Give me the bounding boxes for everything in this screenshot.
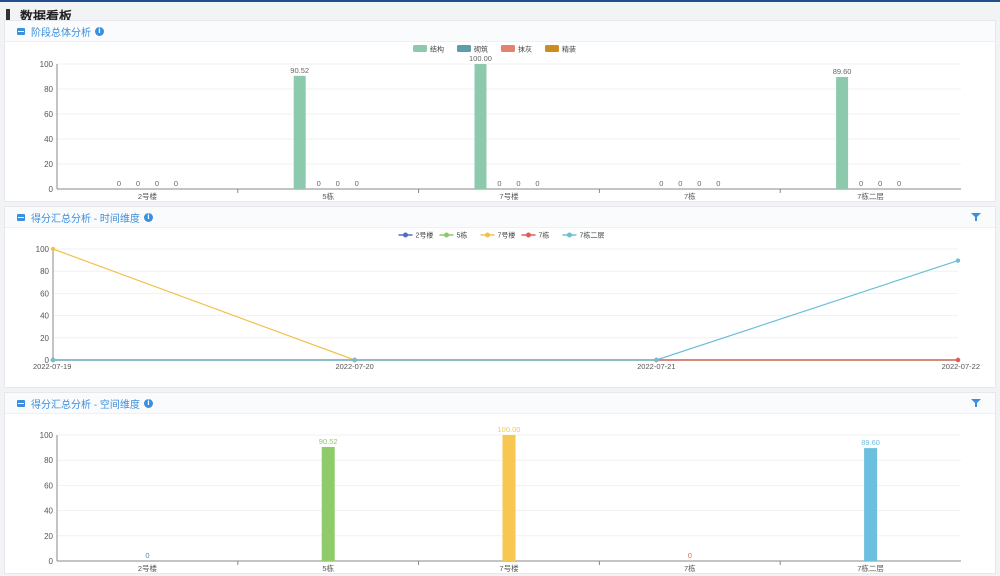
data-label: 0 bbox=[678, 179, 682, 188]
legend-label: 结构 bbox=[430, 45, 444, 54]
data-label: 0 bbox=[516, 179, 520, 188]
data-point bbox=[50, 246, 56, 252]
data-point bbox=[955, 258, 961, 263]
series-line bbox=[53, 259, 959, 361]
y-tick-label: 0 bbox=[49, 557, 54, 566]
data-label: 0 bbox=[878, 179, 882, 188]
y-tick-label: 60 bbox=[44, 110, 53, 119]
data-label: 0 bbox=[174, 179, 178, 188]
data-point bbox=[352, 357, 357, 363]
bar bbox=[836, 77, 849, 189]
y-tick-label: 20 bbox=[44, 532, 53, 541]
data-label: 89.60 bbox=[861, 438, 880, 447]
bar bbox=[293, 75, 306, 189]
y-tick-label: 60 bbox=[40, 289, 49, 298]
x-tick-label: 7号楼 bbox=[499, 191, 519, 201]
bar bbox=[321, 446, 335, 561]
top-accent-bar bbox=[0, 0, 1000, 2]
data-label: 100.00 bbox=[469, 54, 492, 63]
x-tick-label: 2022-07-21 bbox=[637, 362, 675, 371]
y-tick-label: 20 bbox=[40, 334, 49, 343]
legend-label: 砌筑 bbox=[474, 45, 488, 54]
x-tick-label: 7栋二层 bbox=[857, 191, 884, 201]
stage-overview-panel: 阶段总体分析 i 0 20 40 60 80 100 结构 砌筑 抹灰 精装 2号楼 0 0 0 0 5栋 90… bbox=[4, 20, 996, 202]
legend-label: 抹灰 bbox=[518, 45, 532, 54]
data-label: 0 bbox=[897, 179, 901, 188]
data-label: 0 bbox=[336, 179, 340, 188]
y-tick-label: 100 bbox=[40, 60, 54, 69]
data-label: 90.52 bbox=[319, 437, 338, 446]
data-label: 89.60 bbox=[833, 67, 852, 76]
bar bbox=[474, 64, 487, 189]
data-point bbox=[654, 357, 659, 363]
data-point bbox=[50, 357, 56, 363]
data-label: 0 bbox=[155, 179, 159, 188]
legend-marker bbox=[403, 232, 408, 238]
legend-marker bbox=[567, 232, 572, 238]
data-label: 0 bbox=[117, 179, 121, 188]
y-tick-label: 100 bbox=[36, 245, 50, 254]
legend-marker bbox=[526, 232, 531, 238]
data-label: 0 bbox=[859, 179, 863, 188]
time-line-chart: 0204060801002号楼 5栋 7号楼 7栋 7栋二层2022-07-19 2022… bbox=[33, 231, 980, 372]
x-tick-label: 7栋 bbox=[684, 563, 696, 573]
data-label: 0 bbox=[497, 179, 501, 188]
legend-label: 2号楼 bbox=[416, 231, 434, 240]
y-tick-label: 40 bbox=[44, 135, 53, 144]
x-tick-label: 2022-07-22 bbox=[942, 362, 980, 371]
data-label: 0 bbox=[355, 179, 359, 188]
data-point bbox=[955, 357, 961, 363]
legend-marker bbox=[485, 232, 490, 238]
bar bbox=[864, 448, 878, 561]
legend-label: 7栋 bbox=[539, 231, 550, 240]
space-dimension-panel: 得分汇总分析 - 空间维度 i 0 20 40 60 80 100 2号楼 0 5栋 90.52 7… bbox=[4, 392, 996, 574]
bar bbox=[502, 435, 516, 561]
space-bar-chart: 0 20 40 60 80 100 2号楼 0 5栋 90.52 7号楼 100.00 7栋 0 7栋二层 8… bbox=[40, 425, 961, 573]
data-label: 0 bbox=[136, 179, 140, 188]
x-tick-label: 7栋二层 bbox=[857, 563, 884, 573]
y-tick-label: 80 bbox=[44, 456, 53, 465]
data-label: 0 bbox=[317, 179, 321, 188]
y-tick-label: 0 bbox=[49, 185, 54, 194]
stage-bar-chart: 020406080100结构 砌筑 抹灰 精装2号楼0 0 0 05栋90.520 0 07号楼… bbox=[40, 45, 961, 201]
legend-label: 5栋 bbox=[457, 231, 468, 240]
data-label: 0 bbox=[697, 179, 701, 188]
legend-swatch bbox=[457, 45, 471, 52]
legend-label: 7栋二层 bbox=[580, 231, 605, 240]
x-tick-label: 7号楼 bbox=[499, 563, 519, 573]
y-tick-label: 60 bbox=[44, 481, 53, 490]
y-tick-label: 40 bbox=[40, 312, 49, 321]
legend-swatch bbox=[413, 45, 427, 52]
y-tick-label: 40 bbox=[44, 507, 53, 516]
data-label: 0 bbox=[716, 179, 720, 188]
data-label: 100.00 bbox=[498, 425, 521, 434]
time-dimension-panel: 得分汇总分析 - 时间维度 i 0 20 40 60 80 100 2号楼 5栋 7号楼 7栋 7栋… bbox=[4, 206, 996, 388]
y-tick-label: 100 bbox=[40, 431, 54, 440]
legend-label: 精装 bbox=[562, 45, 576, 54]
data-label: 90.52 bbox=[290, 66, 309, 75]
x-tick-label: 2号楼 bbox=[138, 563, 158, 573]
x-tick-label: 2022-07-20 bbox=[335, 362, 373, 371]
legend-label: 7号楼 bbox=[498, 231, 516, 240]
x-tick-label: 5栋 bbox=[322, 563, 334, 573]
legend-marker bbox=[444, 232, 449, 238]
legend-swatch bbox=[545, 45, 559, 52]
x-tick-label: 2号楼 bbox=[138, 191, 158, 201]
y-tick-label: 80 bbox=[40, 267, 49, 276]
legend-swatch bbox=[501, 45, 515, 52]
data-label: 0 bbox=[688, 551, 692, 560]
data-label: 0 bbox=[145, 551, 149, 560]
series-line bbox=[52, 248, 958, 361]
x-tick-label: 7栋 bbox=[684, 191, 696, 201]
x-tick-label: 5栋 bbox=[322, 191, 334, 201]
data-label: 0 bbox=[535, 179, 539, 188]
y-tick-label: 80 bbox=[44, 85, 53, 94]
x-tick-label: 2022-07-19 bbox=[33, 362, 71, 371]
y-tick-label: 20 bbox=[44, 160, 53, 169]
data-label: 0 bbox=[659, 179, 663, 188]
